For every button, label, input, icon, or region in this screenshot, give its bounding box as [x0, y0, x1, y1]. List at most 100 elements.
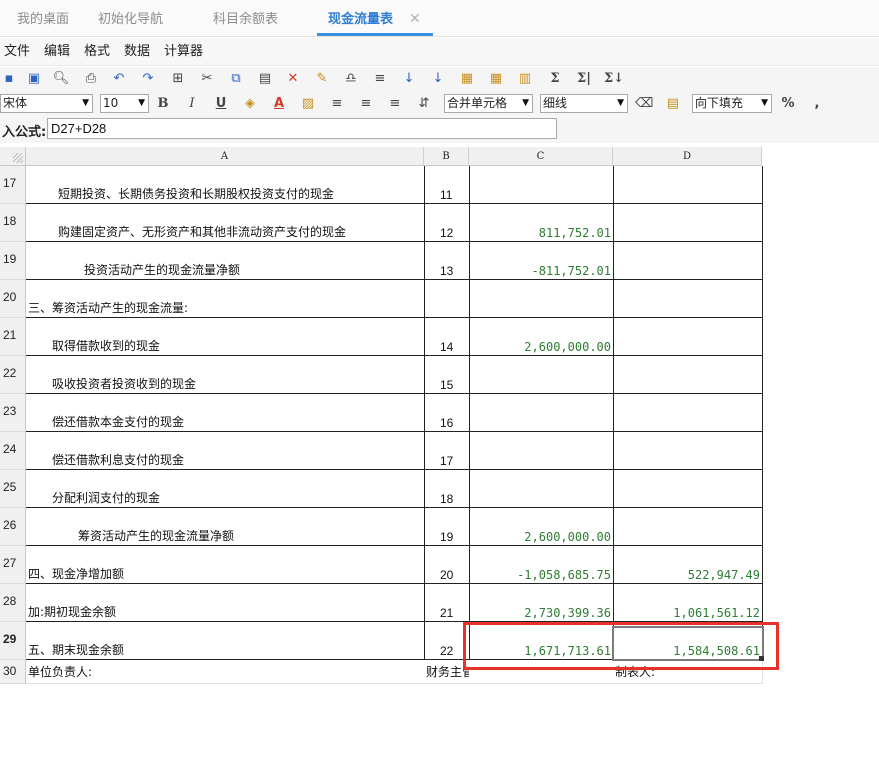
cell-c19[interactable]: -811,752.01	[469, 242, 613, 280]
cell-c27[interactable]: -1,058,685.75	[469, 546, 613, 584]
row-header-28[interactable]: 28	[0, 584, 26, 622]
cell-d21[interactable]	[613, 318, 762, 356]
cell-d27[interactable]: 522,947.49	[613, 546, 762, 584]
row-header-21[interactable]: 21	[0, 318, 26, 356]
menu-calculator[interactable]: 计算器	[164, 38, 203, 66]
wrap-text-icon[interactable]: ⇵	[415, 95, 433, 113]
row-header-17[interactable]: 17	[0, 166, 26, 204]
sort-asc-icon[interactable]: ↓	[400, 70, 418, 88]
comma-button[interactable]: ,	[808, 95, 826, 113]
paste-icon[interactable]: ▤	[256, 70, 274, 88]
menu-file[interactable]: 文件	[4, 38, 30, 66]
print-icon[interactable]: ⎙	[82, 70, 100, 88]
print-preview-icon[interactable]: 🔍︎	[52, 70, 70, 88]
cell-d19[interactable]	[613, 242, 762, 280]
sort-desc-icon[interactable]: ↓	[429, 70, 447, 88]
row-header-20[interactable]: 20	[0, 280, 26, 318]
row-header-24[interactable]: 24	[0, 432, 26, 470]
row-header-25[interactable]: 25	[0, 470, 26, 508]
insert-sheet-icon[interactable]: ▥	[516, 70, 534, 88]
cell-a20[interactable]: 三、筹资活动产生的现金流量:	[26, 280, 424, 318]
cell-a17[interactable]: 短期投资、长期债务投资和长期股权投资支付的现金	[26, 166, 424, 204]
sum-column-icon[interactable]: Σ↓	[604, 70, 624, 88]
cell-d25[interactable]	[613, 470, 762, 508]
cell-a18[interactable]: 购建固定资产、无形资产和其他非流动资产支付的现金	[26, 204, 424, 242]
table-format-icon[interactable]: ▤	[664, 95, 682, 113]
menu-data[interactable]: 数据	[124, 38, 150, 66]
cell-c28[interactable]: 2,730,399.36	[469, 584, 613, 622]
cell-c29[interactable]: 1,671,713.61	[469, 622, 613, 660]
cell-b17[interactable]: 11	[424, 166, 469, 204]
row-header-29[interactable]: 29	[0, 622, 26, 660]
row-header-23[interactable]: 23	[0, 394, 26, 432]
tab-my-desktop[interactable]: 我的桌面	[17, 0, 69, 37]
cell-a30[interactable]: 单位负责人:	[26, 660, 424, 684]
insert-row-icon[interactable]: ▦	[458, 70, 476, 88]
selected-cell-d29[interactable]	[612, 626, 764, 661]
insert-column-icon[interactable]: ▦	[487, 70, 505, 88]
cell-c17[interactable]	[469, 166, 613, 204]
column-header-d[interactable]: D	[613, 147, 762, 166]
insert-grid-icon[interactable]: ⊞	[169, 70, 187, 88]
cell-d17[interactable]	[613, 166, 762, 204]
redo-icon[interactable]: ↷	[139, 70, 157, 88]
cell-a29[interactable]: 五、期末现金余额	[26, 622, 424, 660]
undo-icon[interactable]: ↶	[110, 70, 128, 88]
row-header-22[interactable]: 22	[0, 356, 26, 394]
row-header-26[interactable]: 26	[0, 508, 26, 546]
column-header-a[interactable]: A	[26, 147, 424, 166]
fill-color-icon[interactable]: ◈	[241, 95, 259, 113]
cell-d24[interactable]	[613, 432, 762, 470]
bold-button[interactable]: B	[154, 95, 172, 113]
cell-a21[interactable]: 取得借款收到的现金	[26, 318, 424, 356]
border-icon[interactable]: ▨	[299, 95, 317, 113]
font-size-select[interactable]: 10 ▼	[100, 94, 149, 113]
cell-c23[interactable]	[469, 394, 613, 432]
cell-b24[interactable]: 17	[424, 432, 469, 470]
cell-b27[interactable]: 20	[424, 546, 469, 584]
merge-cells-select[interactable]: 合并单元格 ▼	[444, 94, 533, 113]
cell-c26[interactable]: 2,600,000.00	[469, 508, 613, 546]
cell-d26[interactable]	[613, 508, 762, 546]
cell-a23[interactable]: 偿还借款本金支付的现金	[26, 394, 424, 432]
cell-d30[interactable]: 制表人:	[613, 660, 762, 684]
align-left-icon[interactable]: ≡	[328, 95, 346, 113]
column-header-c[interactable]: C	[469, 147, 613, 166]
sum-icon[interactable]: Σ	[546, 70, 564, 88]
align-right-icon[interactable]: ≡	[386, 95, 404, 113]
cell-b18[interactable]: 12	[424, 204, 469, 242]
sum-row-icon[interactable]: Σ|	[575, 70, 593, 88]
column-header-b[interactable]: B	[424, 147, 469, 166]
cell-c25[interactable]	[469, 470, 613, 508]
fill-direction-select[interactable]: 向下填充 ▼	[692, 94, 772, 113]
cell-c22[interactable]	[469, 356, 613, 394]
tab-cash-flow[interactable]: 现金流量表	[328, 0, 393, 37]
select-all-corner[interactable]	[0, 147, 26, 166]
font-color-button[interactable]: A	[270, 95, 288, 113]
cut-icon[interactable]: ✂	[198, 70, 216, 88]
cell-a26[interactable]: 筹资活动产生的现金流量净额	[26, 508, 424, 546]
cell-b29[interactable]: 22	[424, 622, 469, 660]
cell-b28[interactable]: 21	[424, 584, 469, 622]
cell-c24[interactable]	[469, 432, 613, 470]
delete-icon[interactable]: ✕	[284, 70, 302, 88]
cell-b25[interactable]: 18	[424, 470, 469, 508]
cell-c30[interactable]	[469, 660, 613, 684]
cell-b20[interactable]	[424, 280, 469, 318]
format-brush-icon[interactable]: ✎	[313, 70, 331, 88]
row-header-27[interactable]: 27	[0, 546, 26, 584]
italic-button[interactable]: I	[183, 95, 201, 113]
cell-d28[interactable]: 1,061,561.12	[613, 584, 762, 622]
cell-c18[interactable]: 811,752.01	[469, 204, 613, 242]
tab-init-guide[interactable]: 初始化导航	[98, 0, 163, 37]
save-as-icon[interactable]: ▣	[25, 70, 43, 88]
cell-b19[interactable]: 13	[424, 242, 469, 280]
cell-a27[interactable]: 四、现金净增加额	[26, 546, 424, 584]
cell-a25[interactable]: 分配利润支付的现金	[26, 470, 424, 508]
cell-b30[interactable]: 财务主管:	[424, 660, 469, 684]
menu-edit[interactable]: 编辑	[44, 38, 70, 66]
cell-b23[interactable]: 16	[424, 394, 469, 432]
line-style-select[interactable]: 细线 ▼	[540, 94, 628, 113]
row-header-30[interactable]: 30	[0, 660, 26, 684]
cell-a28[interactable]: 加:期初现金余额	[26, 584, 424, 622]
